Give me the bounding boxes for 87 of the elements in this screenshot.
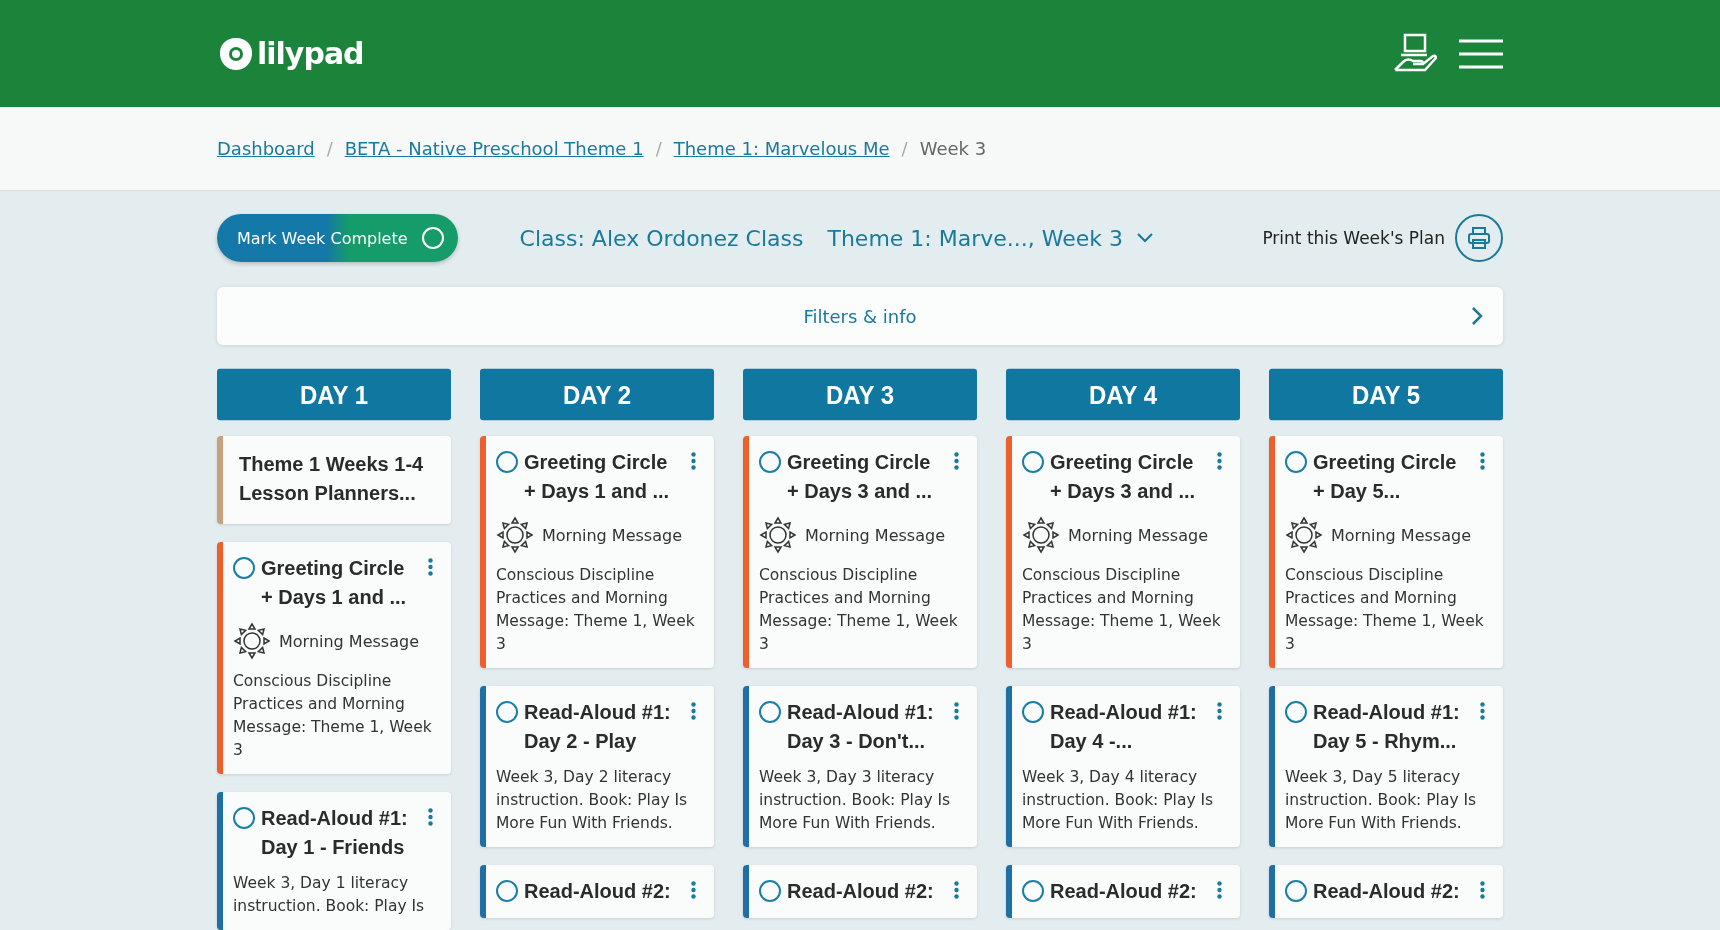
chevron-down-icon	[1137, 233, 1154, 243]
breadcrumb-link[interactable]: BETA - Native Preschool Theme 1	[344, 138, 644, 159]
filters-info-bar[interactable]: Filters & info	[217, 287, 1503, 345]
card-title: Read-Aloud #2:	[1050, 879, 1198, 904]
activity-card[interactable]: Read-Aloud #1: Day 1 - Friends Week 3, Day 1 literacy instruction. Book: Play Is	[217, 792, 451, 930]
card-description: Week 3, Day 2 literacy instruction. Book: Play Is More Fun With Friends.	[496, 767, 689, 834]
card-title: Read-Aloud #1: Day 3 - Don't...	[787, 700, 935, 754]
card-description: Week 3, Day 4 literacy instruction. Book: Play Is More Fun With Friends.	[1022, 767, 1215, 834]
breadcrumb-link[interactable]: Theme 1: Marvelous Me	[673, 138, 890, 159]
complete-checkbox[interactable]	[233, 557, 255, 579]
complete-checkbox[interactable]	[1022, 451, 1044, 473]
card-description: Week 3, Day 3 literacy instruction. Book: Play Is More Fun With Friends.	[759, 767, 952, 834]
sun-icon	[233, 622, 271, 660]
activity-tag: Morning Message	[1331, 525, 1471, 545]
complete-checkbox[interactable]	[1285, 880, 1307, 902]
card-description: Week 3, Day 1 literacy instruction. Book: Play Is	[233, 873, 426, 917]
print-label: Print this Week's Plan	[1262, 228, 1445, 248]
complete-checkbox[interactable]	[1285, 451, 1307, 473]
card-title: Read-Aloud #1: Day 5 - Rhym...	[1313, 700, 1461, 754]
activity-card[interactable]: Read-Aloud #2:	[1006, 865, 1240, 918]
complete-checkbox[interactable]	[1022, 701, 1044, 723]
sun-icon	[759, 516, 797, 554]
sun-icon	[1022, 516, 1060, 554]
activity-card[interactable]: Greeting Circle + Days 1 and ... Morning Message Conscious Discipline Practices and Morning Message: Theme 1, Week 3	[480, 436, 714, 668]
printer-icon	[1467, 227, 1491, 249]
activity-card[interactable]: Read-Aloud #2:	[480, 865, 714, 918]
complete-checkbox[interactable]	[759, 701, 781, 723]
breadcrumb-link[interactable]: Dashboard	[217, 138, 315, 159]
week-dropdown[interactable]: Theme 1: Marve..., Week 3	[821, 224, 1160, 252]
breadcrumb-current: Week 3	[919, 138, 987, 159]
card-description: Conscious Discipline Practices and Morning Message: Theme 1, Week 3	[233, 671, 433, 761]
day-header: DAY 3	[743, 368, 977, 421]
mark-week-complete-button[interactable]: Mark Week Complete	[217, 214, 458, 262]
activity-card[interactable]: Read-Aloud #2:	[1269, 865, 1503, 918]
sun-icon	[1285, 516, 1323, 554]
sun-icon	[496, 516, 534, 554]
complete-checkbox[interactable]	[1022, 880, 1044, 902]
activity-card[interactable]: Greeting Circle + Days 1 and ... Morning Message Conscious Discipline Practices and Morning Message: Theme 1, Week 3	[217, 542, 451, 774]
card-title: Read-Aloud #2:	[787, 879, 935, 904]
card-title: Read-Aloud #1: Day 1 - Friends	[261, 806, 409, 860]
card-title: Greeting Circle + Days 3 and ...	[787, 450, 934, 504]
activity-card[interactable]: Read-Aloud #1: Day 2 - Play Week 3, Day 2 literacy instruction. Book: Play Is More Fun With Friends.	[480, 686, 714, 847]
chevron-right-icon	[1471, 306, 1483, 326]
lilypad-logo[interactable]: lilypad	[217, 35, 364, 72]
card-description: Conscious Discipline Practices and Morning Message: Theme 1, Week 3	[1022, 565, 1222, 655]
card-title: Read-Aloud #1: Day 4 -...	[1050, 700, 1198, 754]
card-title: Greeting Circle + Days 1 and ...	[261, 556, 408, 610]
breadcrumb-separator: /	[326, 138, 333, 159]
activity-card[interactable]: Read-Aloud #1: Day 4 -... Week 3, Day 4 literacy instruction. Book: Play Is More Fun With Friends.	[1006, 686, 1240, 847]
activity-card[interactable]: Read-Aloud #2:	[743, 865, 977, 918]
activity-tag: Morning Message	[1068, 525, 1208, 545]
breadcrumb-separator: /	[901, 138, 908, 159]
complete-checkbox[interactable]	[496, 451, 518, 473]
activity-card[interactable]: Greeting Circle + Day 5... Morning Message Conscious Discipline Practices and Morning Message: Theme 1, Week 3	[1269, 436, 1503, 668]
class-label: Class: Alex Ordonez Class	[519, 225, 804, 251]
card-title: Read-Aloud #1: Day 2 - Play	[524, 700, 672, 754]
activity-card[interactable]: Read-Aloud #1: Day 5 - Rhym... Week 3, Day 5 literacy instruction. Book: Play Is More Fun With Friends.	[1269, 686, 1503, 847]
complete-checkbox[interactable]	[759, 880, 781, 902]
day-header: DAY 5	[1269, 368, 1503, 421]
card-title: Greeting Circle + Days 3 and ...	[1050, 450, 1197, 504]
card-title: Greeting Circle + Days 1 and ...	[524, 450, 671, 504]
complete-checkbox[interactable]	[496, 880, 518, 902]
card-title: Theme 1 Weeks 1-4 Lesson Planners...	[238, 452, 425, 506]
activity-card[interactable]: Greeting Circle + Days 3 and ... Morning Message Conscious Discipline Practices and Morning Message: Theme 1, Week 3	[1006, 436, 1240, 668]
activity-tag: Morning Message	[279, 631, 419, 651]
card-description: Conscious Discipline Practices and Morning Message: Theme 1, Week 3	[1285, 565, 1485, 655]
complete-checkbox[interactable]	[496, 701, 518, 723]
activity-tag: Morning Message	[805, 525, 945, 545]
card-description: Conscious Discipline Practices and Morning Message: Theme 1, Week 3	[759, 565, 959, 655]
card-title: Read-Aloud #2:	[524, 879, 672, 904]
complete-checkbox[interactable]	[233, 807, 255, 829]
day-header: DAY 2	[480, 368, 714, 421]
card-title: Greeting Circle + Day 5...	[1313, 450, 1458, 504]
card-title: Read-Aloud #2:	[1313, 879, 1461, 904]
card-description: Week 3, Day 5 literacy instruction. Book: Play Is More Fun With Friends.	[1285, 767, 1478, 834]
complete-checkbox[interactable]	[759, 451, 781, 473]
activity-card[interactable]: Greeting Circle + Days 3 and ... Morning Message Conscious Discipline Practices and Morning Message: Theme 1, Week 3	[743, 436, 977, 668]
breadcrumb-separator: /	[655, 138, 662, 159]
menu-icon[interactable]	[1459, 37, 1503, 70]
day-header: DAY 1	[217, 368, 451, 421]
complete-checkbox[interactable]	[1285, 701, 1307, 723]
activity-tag: Morning Message	[542, 525, 682, 545]
day-header: DAY 4	[1006, 368, 1240, 421]
card-description: Conscious Discipline Practices and Morning Message: Theme 1, Week 3	[496, 565, 696, 655]
lesson-card[interactable]: Theme 1 Weeks 1-4 Lesson Planners...	[217, 436, 451, 524]
activity-card[interactable]: Read-Aloud #1: Day 3 - Don't... Week 3, Day 3 literacy instruction. Book: Play Is More Fun With Friends.	[743, 686, 977, 847]
print-button[interactable]	[1455, 214, 1503, 262]
